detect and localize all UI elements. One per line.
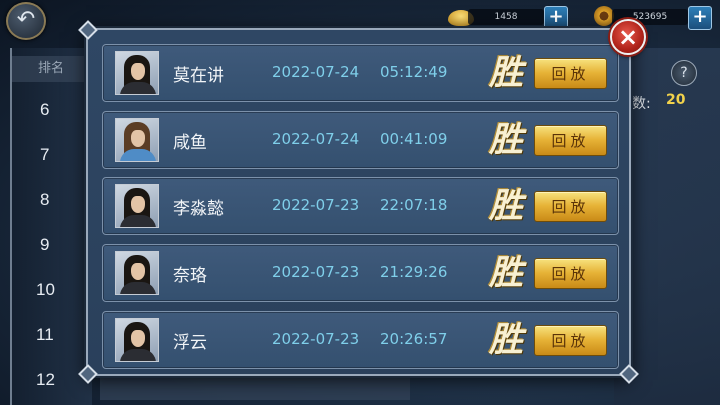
replay-button[interactable]: 回放 (534, 191, 607, 222)
player-avatar (115, 51, 159, 95)
rank-number: 12 (36, 370, 55, 389)
player-name: 奈珞 (173, 266, 207, 286)
result-win-badge: 胜 (489, 53, 523, 93)
replay-button[interactable]: 回放 (534, 258, 607, 289)
rank-number: 7 (40, 145, 50, 164)
match-date: 2022-07-23 (272, 263, 360, 281)
match-time: 22:07:18 (380, 196, 448, 214)
replay-button[interactable]: 回放 (534, 125, 607, 156)
player-name: 浮云 (173, 333, 207, 353)
back-button[interactable]: ↶ (6, 2, 46, 40)
rank-number: 9 (40, 235, 50, 254)
result-win-badge: 胜 (489, 120, 523, 160)
resource-bar: 1458 + 523695 + (448, 4, 712, 30)
coin-icon (594, 6, 614, 26)
result-win-badge: 胜 (489, 320, 523, 360)
player-avatar (115, 118, 159, 162)
ingot-counter: 1458 + (448, 6, 568, 30)
result-win-badge: 胜 (489, 253, 523, 293)
replay-button[interactable]: 回放 (534, 325, 607, 356)
rank-column-header: 排名 (12, 56, 92, 82)
result-win-badge: 胜 (489, 186, 523, 226)
arrow-back-icon: ↶ (16, 7, 36, 32)
replay-button[interactable]: 回放 (534, 58, 607, 89)
player-name: 李淼懿 (173, 199, 224, 219)
rank-number: 8 (40, 190, 50, 209)
player-avatar (115, 251, 159, 295)
battle-record-dialog: 莫在讲 2022-07-24 05:12:49 胜 回放 咸鱼 2022-07-… (78, 20, 639, 384)
rank-number: 11 (36, 325, 54, 344)
match-date: 2022-07-23 (272, 330, 360, 348)
record-row: 莫在讲 2022-07-24 05:12:49 胜 回放 (102, 44, 619, 102)
match-date: 2022-07-24 (272, 130, 360, 148)
match-time: 21:29:26 (380, 263, 448, 281)
ranking-panel: 排名 6 7 8 9 10 11 12 (10, 48, 92, 405)
match-time: 20:26:57 (380, 330, 448, 348)
add-ingot-button[interactable]: + (544, 6, 568, 30)
frame-corner (78, 20, 98, 40)
player-avatar (115, 318, 159, 362)
record-row: 李淼懿 2022-07-23 22:07:18 胜 回放 (102, 177, 619, 235)
player-name: 咸鱼 (173, 133, 207, 153)
ingot-amount: 1458 (468, 9, 544, 25)
match-date: 2022-07-24 (272, 63, 360, 81)
rank-number: 10 (36, 280, 55, 299)
help-button[interactable]: ? (671, 60, 697, 86)
match-date: 2022-07-23 (272, 196, 360, 214)
close-icon: × (617, 23, 639, 51)
count-value: 20 (666, 92, 686, 108)
match-time: 00:41:09 (380, 130, 448, 148)
player-avatar (115, 184, 159, 228)
rank-number: 6 (40, 100, 50, 119)
record-row: 咸鱼 2022-07-24 00:41:09 胜 回放 (102, 111, 619, 169)
coin-counter: 523695 + (592, 6, 712, 30)
close-dialog-button[interactable]: × (610, 19, 646, 55)
record-list[interactable]: 莫在讲 2022-07-24 05:12:49 胜 回放 咸鱼 2022-07-… (102, 44, 619, 374)
record-row: 奈珞 2022-07-23 21:29:26 胜 回放 (102, 244, 619, 302)
match-time: 05:12:49 (380, 63, 448, 81)
record-row: 浮云 2022-07-23 20:26:57 胜 回放 (102, 311, 619, 369)
player-name: 莫在讲 (173, 66, 224, 86)
add-coin-button[interactable]: + (688, 6, 712, 30)
count-label: 数: (632, 96, 651, 112)
